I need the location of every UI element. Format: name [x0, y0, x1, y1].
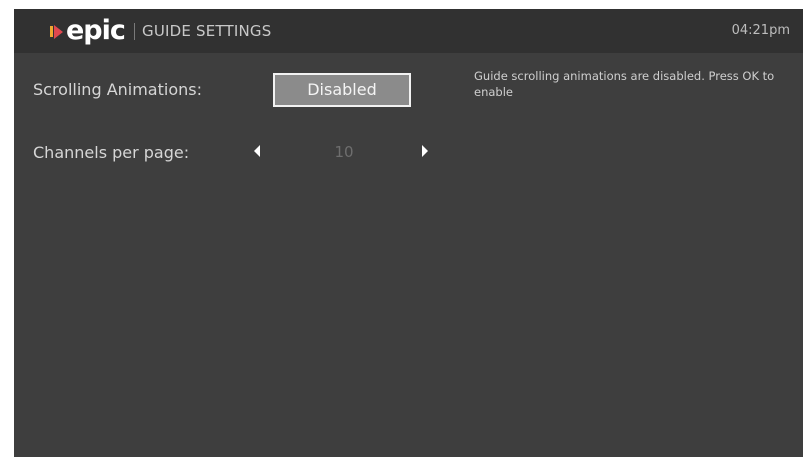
setting-help-text: Guide scrolling animations are disabled.… [474, 69, 775, 99]
clock: 04:21pm [731, 23, 790, 38]
channels-per-page-label: Channels per page: [33, 143, 190, 162]
header-divider [134, 23, 135, 40]
page-title: GUIDE SETTINGS [142, 22, 272, 40]
scrolling-animations-label: Scrolling Animations: [33, 80, 202, 99]
header-bar: epic GUIDE SETTINGS 04:21pm [14, 9, 803, 53]
scrolling-animations-toggle[interactable]: Disabled [273, 73, 411, 107]
triangle-left-icon[interactable] [254, 145, 260, 157]
guide-settings-screen: epic GUIDE SETTINGS 04:21pm Scrolling An… [14, 9, 803, 457]
epic-logo-mark-icon [50, 24, 64, 39]
epic-logo: epic [50, 15, 126, 46]
channels-per-page-value: 10 [334, 143, 354, 161]
logo-text: epic [66, 15, 126, 46]
triangle-right-icon[interactable] [422, 145, 428, 157]
